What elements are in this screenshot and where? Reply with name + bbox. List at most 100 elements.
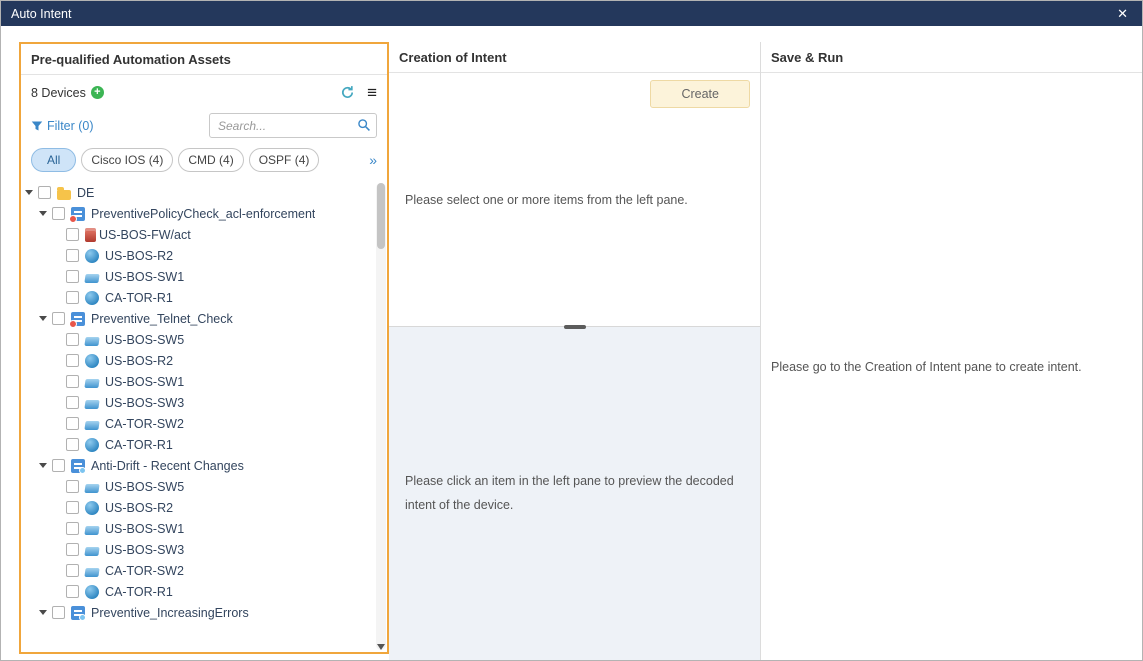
tree-label[interactable]: US-BOS-SW5 [105, 333, 184, 347]
row-checkbox[interactable] [66, 228, 79, 241]
row-checkbox[interactable] [38, 186, 51, 199]
row-checkbox[interactable] [52, 459, 65, 472]
devices-count: 8 Devices [31, 86, 86, 100]
filter-chips: AllCisco IOS (4)CMD (4)OSPF (4) [31, 148, 319, 172]
menu-icon[interactable]: ≡ [367, 84, 377, 101]
expander-icon[interactable] [39, 316, 47, 321]
tree-label[interactable]: Preventive_IncreasingErrors [91, 606, 249, 620]
tree-row[interactable]: US-BOS-R2 [21, 245, 373, 266]
tree-row[interactable]: DE [21, 182, 373, 203]
filter-chip[interactable]: All [31, 148, 76, 172]
row-checkbox[interactable] [66, 375, 79, 388]
scrollbar-thumb[interactable] [377, 183, 385, 249]
chips-more-icon[interactable]: » [369, 152, 377, 168]
search-input[interactable] [209, 113, 377, 138]
intent-bottom-message: Please click an item in the left pane to… [405, 470, 737, 518]
row-checkbox[interactable] [66, 501, 79, 514]
tree-row[interactable]: US-BOS-SW1 [21, 518, 373, 539]
tree-row[interactable]: US-BOS-R2 [21, 497, 373, 518]
row-checkbox[interactable] [66, 543, 79, 556]
search-icon[interactable] [357, 118, 371, 135]
tree-label[interactable]: US-BOS-FW/act [99, 228, 191, 242]
row-checkbox[interactable] [52, 312, 65, 325]
panel-save-run: Save & Run Please go to the Creation of … [761, 42, 1142, 660]
tree-row[interactable]: US-BOS-SW1 [21, 266, 373, 287]
tree-label[interactable]: US-BOS-SW1 [105, 270, 184, 284]
router-icon [85, 354, 99, 368]
row-checkbox[interactable] [66, 333, 79, 346]
tree-row[interactable]: Anti-Drift - Recent Changes [21, 455, 373, 476]
tree-row[interactable]: Preventive_Telnet_Check [21, 308, 373, 329]
refresh-icon[interactable] [340, 85, 355, 100]
tree-scrollbar[interactable] [376, 183, 386, 650]
row-checkbox[interactable] [66, 564, 79, 577]
tree-label[interactable]: CA-TOR-R1 [105, 438, 173, 452]
search-box [209, 113, 377, 138]
tree-row[interactable]: CA-TOR-SW2 [21, 560, 373, 581]
tree-label[interactable]: US-BOS-SW5 [105, 480, 184, 494]
filter-chip[interactable]: Cisco IOS (4) [81, 148, 173, 172]
tree-label[interactable]: PreventivePolicyCheck_acl-enforcement [91, 207, 315, 221]
tree-row[interactable]: US-BOS-R2 [21, 350, 373, 371]
tree-label[interactable]: Preventive_Telnet_Check [91, 312, 233, 326]
panel-prequalified-assets: Pre-qualified Automation Assets 8 Device… [19, 42, 389, 654]
tree-label[interactable]: US-BOS-SW1 [105, 375, 184, 389]
switch-icon [84, 274, 99, 283]
expander-icon[interactable] [39, 463, 47, 468]
tree-label[interactable]: Anti-Drift - Recent Changes [91, 459, 244, 473]
tree-row[interactable]: US-BOS-SW1 [21, 371, 373, 392]
tree-row[interactable]: US-BOS-SW3 [21, 392, 373, 413]
tree-label[interactable]: US-BOS-R2 [105, 249, 173, 263]
tree-row[interactable]: Preventive_IncreasingErrors [21, 602, 373, 623]
close-icon[interactable]: ✕ [1113, 5, 1132, 22]
tree-label[interactable]: DE [77, 186, 94, 200]
tree-label[interactable]: US-BOS-R2 [105, 354, 173, 368]
runbook-info-icon [71, 459, 85, 473]
row-checkbox[interactable] [52, 606, 65, 619]
tree-row[interactable]: US-BOS-FW/act [21, 224, 373, 245]
expander-icon[interactable] [25, 190, 33, 195]
tree-row[interactable]: CA-TOR-SW2 [21, 413, 373, 434]
row-checkbox[interactable] [52, 207, 65, 220]
row-checkbox[interactable] [66, 522, 79, 535]
scroll-down-icon[interactable] [377, 644, 385, 650]
splitter-handle[interactable] [564, 325, 586, 329]
create-button[interactable]: Create [650, 80, 750, 108]
row-checkbox[interactable] [66, 270, 79, 283]
tree-row[interactable]: US-BOS-SW5 [21, 329, 373, 350]
tree-label[interactable]: US-BOS-SW1 [105, 522, 184, 536]
filter-label[interactable]: Filter (0) [47, 119, 94, 133]
tree-label[interactable]: US-BOS-R2 [105, 501, 173, 515]
tree-row[interactable]: CA-TOR-R1 [21, 287, 373, 308]
expander-icon[interactable] [39, 211, 47, 216]
row-checkbox[interactable] [66, 291, 79, 304]
add-device-icon[interactable]: + [91, 86, 104, 99]
switch-icon [84, 421, 99, 430]
row-checkbox[interactable] [66, 249, 79, 262]
filter-funnel-icon[interactable] [31, 120, 43, 132]
tree-row[interactable]: PreventivePolicyCheck_acl-enforcement [21, 203, 373, 224]
tree-row[interactable]: CA-TOR-R1 [21, 434, 373, 455]
tree-label[interactable]: CA-TOR-R1 [105, 585, 173, 599]
tree-label[interactable]: CA-TOR-R1 [105, 291, 173, 305]
row-checkbox[interactable] [66, 438, 79, 451]
row-checkbox[interactable] [66, 396, 79, 409]
scrollbar-track[interactable] [376, 183, 386, 650]
tree-label[interactable]: US-BOS-SW3 [105, 543, 184, 557]
switch-icon [84, 400, 99, 409]
tree-label[interactable]: US-BOS-SW3 [105, 396, 184, 410]
row-checkbox[interactable] [66, 354, 79, 367]
tree-label[interactable]: CA-TOR-SW2 [105, 417, 184, 431]
filter-chip[interactable]: CMD (4) [178, 148, 243, 172]
row-checkbox[interactable] [66, 585, 79, 598]
tree-row[interactable]: CA-TOR-R1 [21, 581, 373, 602]
expander-icon[interactable] [39, 610, 47, 615]
dialog-body: Pre-qualified Automation Assets 8 Device… [1, 26, 1142, 660]
row-checkbox[interactable] [66, 417, 79, 430]
dialog-titlebar: Auto Intent ✕ [1, 1, 1142, 26]
tree-label[interactable]: CA-TOR-SW2 [105, 564, 184, 578]
filter-chip[interactable]: OSPF (4) [249, 148, 320, 172]
tree-row[interactable]: US-BOS-SW3 [21, 539, 373, 560]
tree-row[interactable]: US-BOS-SW5 [21, 476, 373, 497]
row-checkbox[interactable] [66, 480, 79, 493]
